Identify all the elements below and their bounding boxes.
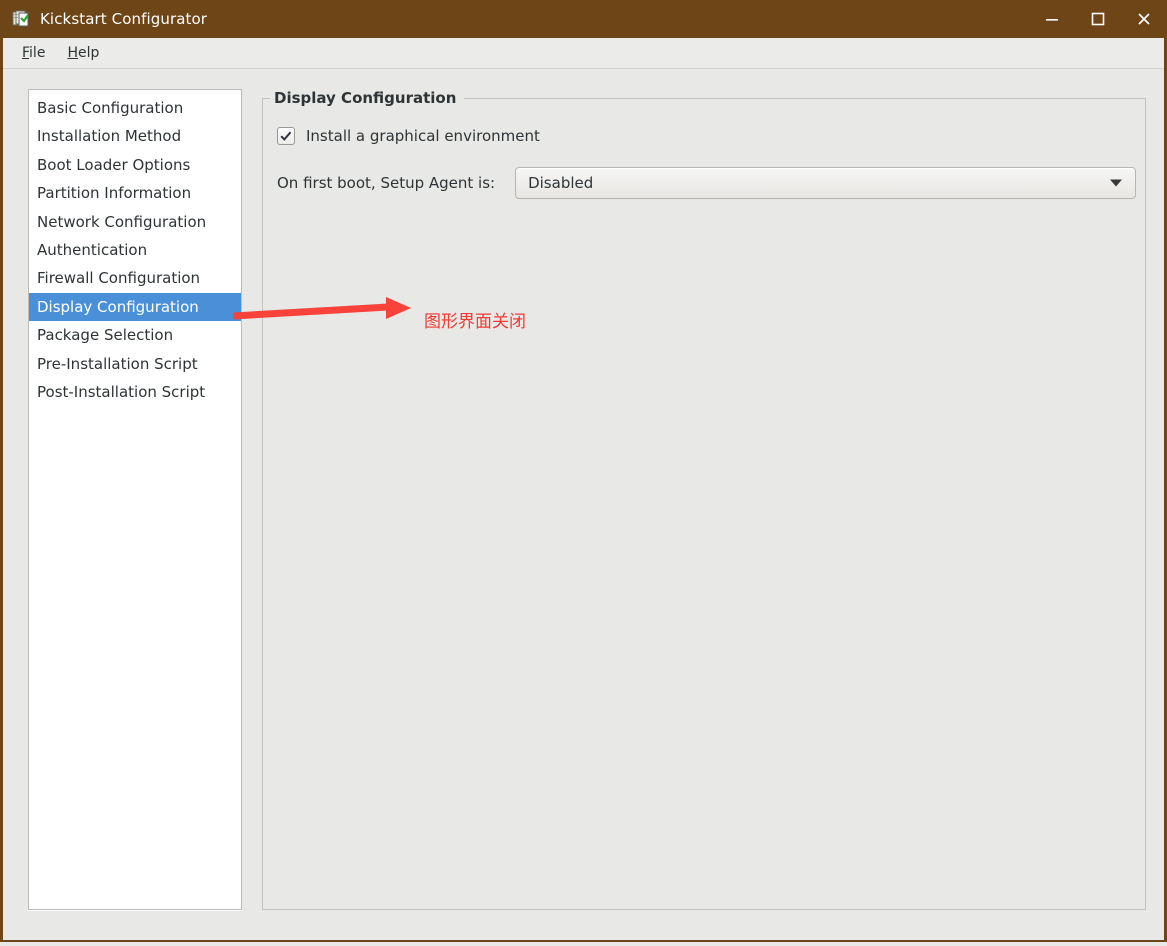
sidebar-item-network-configuration[interactable]: Network Configuration bbox=[29, 208, 241, 236]
install-graphical-environment-label: Install a graphical environment bbox=[306, 127, 540, 145]
menu-item-help[interactable]: Help bbox=[56, 42, 110, 64]
content-area: Basic Configuration Installation Method … bbox=[3, 69, 1164, 940]
window-title: Kickstart Configurator bbox=[40, 10, 208, 28]
section-list[interactable]: Basic Configuration Installation Method … bbox=[28, 89, 242, 910]
sidebar-item-partition-information[interactable]: Partition Information bbox=[29, 179, 241, 207]
setup-agent-dropdown[interactable]: Disabled bbox=[515, 167, 1136, 199]
title-bar[interactable]: Kickstart Configurator bbox=[0, 0, 1167, 38]
setup-agent-row: On first boot, Setup Agent is: Disabled bbox=[277, 167, 1145, 199]
menu-label-file: ile bbox=[29, 45, 46, 61]
panel-body: Install a graphical environment On first… bbox=[263, 99, 1145, 909]
menu-mnemonic-help: H bbox=[67, 45, 78, 61]
sidebar-item-pre-installation-script[interactable]: Pre-Installation Script bbox=[29, 350, 241, 378]
sidebar-item-firewall-configuration[interactable]: Firewall Configuration bbox=[29, 264, 241, 292]
chevron-down-icon bbox=[1110, 179, 1122, 187]
install-graphical-environment-checkbox[interactable] bbox=[277, 127, 295, 145]
sidebar-item-authentication[interactable]: Authentication bbox=[29, 236, 241, 264]
application-window: Kickstart Configurator File Help Basic C… bbox=[0, 0, 1167, 942]
sidebar-item-basic-configuration[interactable]: Basic Configuration bbox=[29, 94, 241, 122]
setup-agent-label: On first boot, Setup Agent is: bbox=[277, 174, 496, 192]
menu-mnemonic-file: F bbox=[22, 45, 30, 61]
close-icon[interactable] bbox=[1121, 0, 1167, 38]
sidebar-item-installation-method[interactable]: Installation Method bbox=[29, 122, 241, 150]
sidebar-item-package-selection[interactable]: Package Selection bbox=[29, 321, 241, 349]
sidebar-item-display-configuration[interactable]: Display Configuration bbox=[29, 292, 241, 322]
maximize-icon[interactable] bbox=[1075, 0, 1121, 38]
menu-label-help: elp bbox=[77, 45, 100, 61]
sidebar-item-post-installation-script[interactable]: Post-Installation Script bbox=[29, 378, 241, 406]
minimize-icon[interactable] bbox=[1029, 0, 1075, 38]
menu-item-file[interactable]: File bbox=[11, 42, 56, 64]
window-controls bbox=[1029, 0, 1167, 38]
display-configuration-panel: Display Configuration Install a graphica… bbox=[262, 89, 1146, 910]
menu-bar: File Help bbox=[3, 38, 1164, 69]
kickstart-app-icon bbox=[12, 9, 32, 29]
graphical-environment-row[interactable]: Install a graphical environment bbox=[277, 127, 1145, 145]
sidebar-item-boot-loader-options[interactable]: Boot Loader Options bbox=[29, 151, 241, 179]
setup-agent-value: Disabled bbox=[528, 174, 594, 192]
checkmark-icon bbox=[280, 131, 292, 141]
